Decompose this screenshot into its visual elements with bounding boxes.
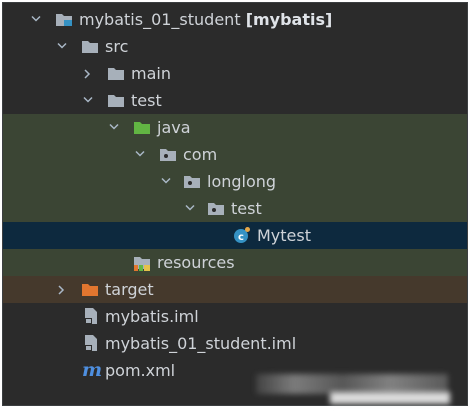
iml-file-icon [83,303,101,330]
root-module-label: mybatis_01_student [mybatis] [79,10,333,29]
chevron-down-icon[interactable] [29,6,43,33]
folder-icon [107,87,125,114]
test-folder-icon [133,114,151,141]
project-tool-window: mybatis_01_student [mybatis] src main te… [2,2,468,406]
tree-label: com [183,145,218,164]
folder-icon [107,60,125,87]
tree-label: java [157,118,191,137]
chevron-down-icon[interactable] [81,87,95,114]
iml-file-icon [83,330,101,357]
tree-label: test [231,199,262,218]
tree-label: mybatis.iml [105,307,199,326]
tree-row-mybatis-iml[interactable]: mybatis.iml [3,303,467,330]
tree-label: main [131,64,171,83]
tree-row-com[interactable]: com [3,141,467,168]
package-icon [183,168,201,195]
module-folder-icon [55,6,73,33]
chevron-down-icon[interactable] [159,168,173,195]
tree-row-module-iml[interactable]: mybatis_01_student.iml [3,330,467,357]
tree-label: resources [157,253,235,272]
tree-row-main[interactable]: main [3,60,467,87]
tree-row-root-module[interactable]: mybatis_01_student [mybatis] [3,6,467,33]
tree-label: target [105,280,154,299]
blurred-watermark-edge [330,392,450,404]
folder-icon [81,33,99,60]
chevron-right-icon[interactable] [55,276,69,303]
tree-row-test-package[interactable]: test [3,195,467,222]
tree-row-java[interactable]: java [3,114,467,141]
resources-folder-icon [133,249,151,276]
tree-row-test[interactable]: test [3,87,467,114]
chevron-down-icon[interactable] [133,141,147,168]
excluded-folder-icon [81,276,99,303]
tree-label: longlong [207,172,277,191]
package-icon [207,195,225,222]
package-icon [159,141,177,168]
chevron-down-icon[interactable] [183,195,197,222]
chevron-right-icon[interactable] [81,60,95,87]
class-icon: c [233,222,251,249]
tree-label: mybatis_01_student.iml [105,334,297,353]
tree-row-target[interactable]: target [3,276,467,303]
svg-text:c: c [238,232,244,243]
tree-label: test [131,91,162,110]
chevron-down-icon[interactable] [107,114,121,141]
tree-label: src [105,37,129,56]
blurred-watermark [256,374,448,394]
chevron-down-icon[interactable] [55,33,69,60]
tree-row-resources[interactable]: resources [3,249,467,276]
tree-row-longlong[interactable]: longlong [3,168,467,195]
tree-label: Mytest [257,226,311,245]
tree-row-src[interactable]: src [3,33,467,60]
tree-row-mytest[interactable]: c Mytest [3,222,467,249]
tree-label: pom.xml [105,361,176,380]
maven-icon: m [82,359,103,381]
